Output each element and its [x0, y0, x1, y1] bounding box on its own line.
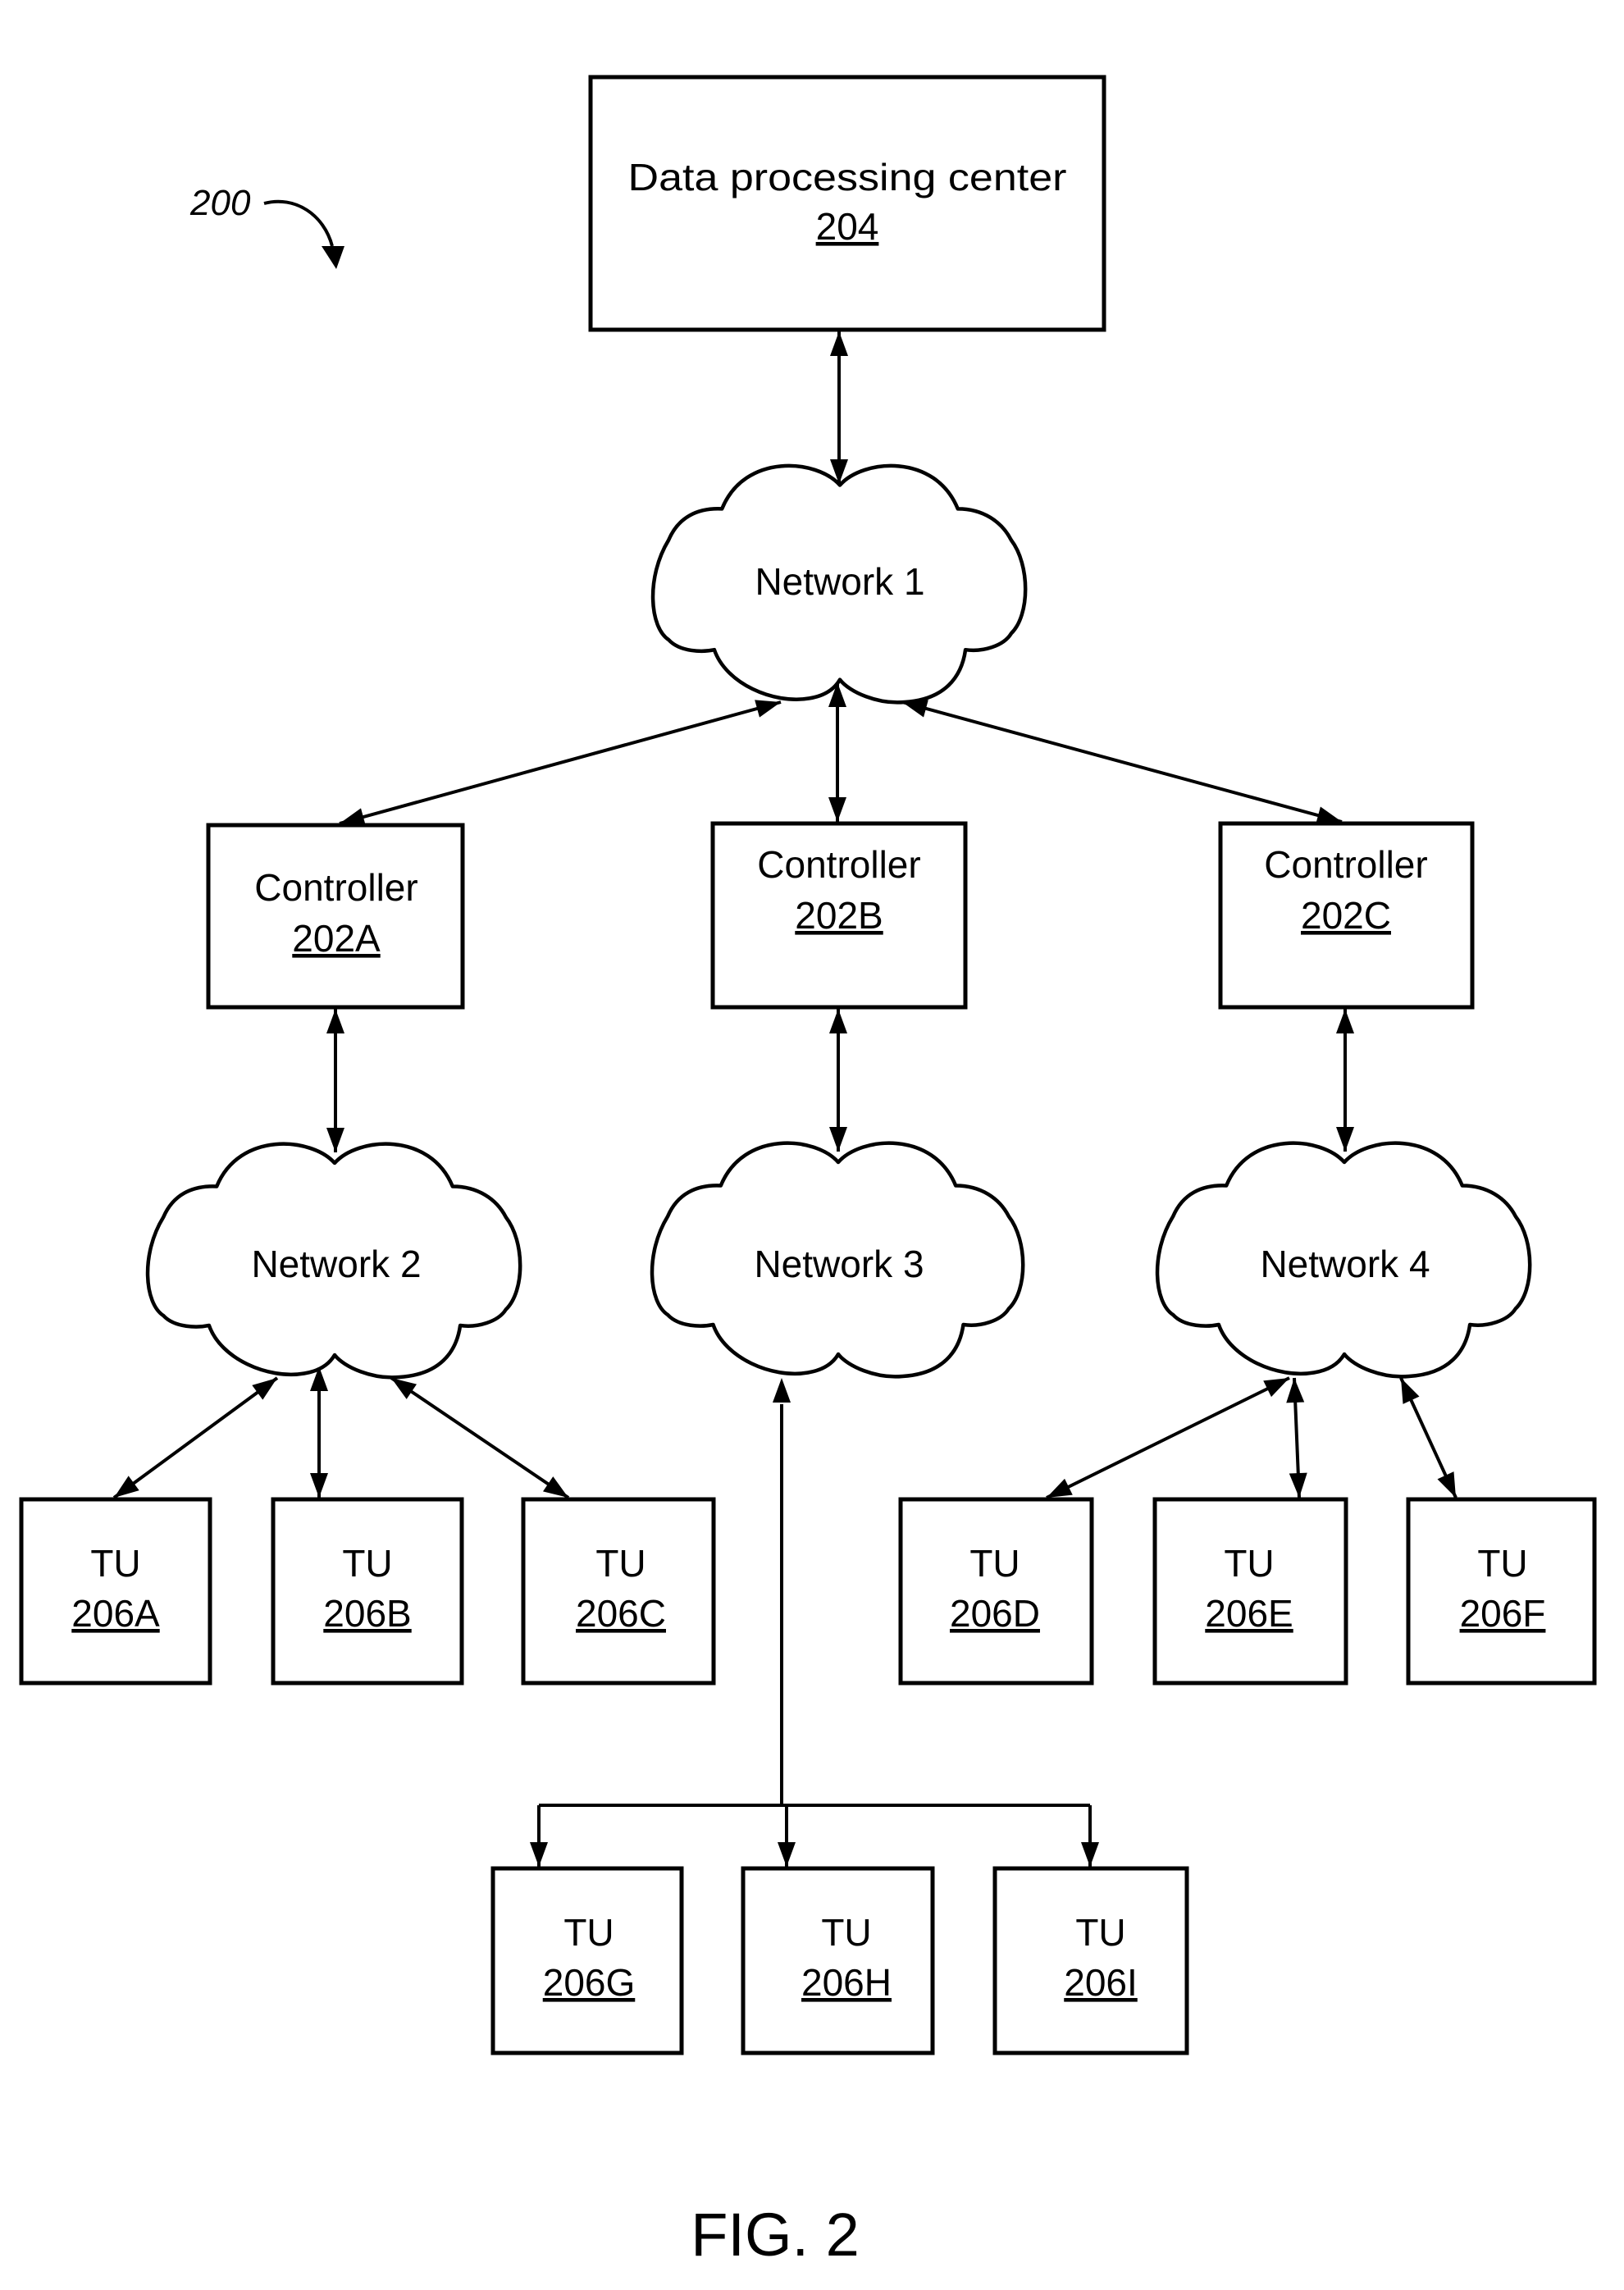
tu-206d[interactable]: TU 206D	[898, 1497, 1094, 1686]
edge-network4-tu206d-line	[1046, 1376, 1290, 1499]
edge-bus-tu206h-arrowhead	[778, 1842, 796, 1867]
figure-caption: FIG. 2	[691, 2201, 860, 2269]
edge-network1-controller202c-line	[901, 700, 1343, 823]
edge-network2-tu206c-arrowhead-start	[391, 1378, 417, 1399]
tu-ref: 206C	[576, 1592, 666, 1635]
tu-ref: 206E	[1205, 1592, 1293, 1635]
edge-controller202b-network3-arrowhead-end	[829, 1127, 847, 1152]
controller-202b[interactable]: Controller 202B	[710, 821, 968, 1010]
figure-reference-arrowhead	[322, 246, 344, 269]
tu-box	[521, 1497, 716, 1686]
controller-ref: 202C	[1301, 894, 1391, 937]
tu-ref: 206F	[1460, 1592, 1546, 1635]
edge-network4-tu206d-arrowhead-start	[1263, 1378, 1289, 1398]
tu-206h[interactable]: TU 206H	[741, 1866, 935, 2055]
edge-network4-tu206e-arrowhead-end	[1289, 1472, 1307, 1498]
tu-206f[interactable]: TU 206F	[1406, 1497, 1597, 1686]
controller-box	[206, 823, 465, 1010]
network-1-cloud[interactable]: Network 1	[650, 463, 1028, 705]
tu-label: TU	[1075, 1911, 1125, 1954]
controller-202a[interactable]: Controller 202A	[206, 823, 465, 1010]
network-2-label: Network 2	[251, 1243, 421, 1285]
tu-ref: 206I	[1064, 1961, 1138, 2004]
edge-controller202c-network4-arrowhead-start	[1336, 1009, 1354, 1033]
data-processing-center-ref: 204	[816, 205, 879, 248]
controller-ref: 202A	[292, 917, 381, 960]
tu-box	[271, 1497, 464, 1686]
tu-label: TU	[1477, 1542, 1527, 1585]
network-3-label: Network 3	[754, 1243, 924, 1285]
network-3-cloud[interactable]: Network 3	[650, 1141, 1025, 1379]
tu-label: TU	[563, 1911, 614, 1954]
edge-network2-tu206b-arrowhead-end	[310, 1473, 328, 1498]
edge-controller202b-network3-arrowhead-start	[829, 1009, 847, 1033]
data-processing-center-label: Data processing center	[628, 156, 1067, 198]
edge-network2-tu206c-arrowhead-end	[542, 1476, 568, 1498]
tu-206a[interactable]: TU 206A	[19, 1497, 212, 1686]
tu-206g[interactable]: TU 206G	[490, 1866, 684, 2055]
edge-network4-tu206f-arrowhead-end	[1437, 1471, 1456, 1498]
data-processing-center[interactable]: Data processing center 204	[588, 75, 1106, 332]
network-diagram: 200 Data processing center 204 Network 1…	[19, 75, 1597, 2269]
edge-controller202c-network4-arrowhead-end	[1336, 1127, 1354, 1152]
tu-label: TU	[595, 1542, 645, 1585]
tu-ref: 206G	[543, 1961, 636, 2004]
figure-reference-arrow	[263, 199, 334, 247]
controller-label: Controller	[254, 866, 417, 909]
edge-network4-tu206f-arrowhead-start	[1401, 1378, 1420, 1404]
edge-bus-tu206i-arrowhead	[1081, 1842, 1099, 1867]
network-4-label: Network 4	[1260, 1243, 1430, 1285]
tu-label: TU	[342, 1542, 392, 1585]
network-4-cloud[interactable]: Network 4	[1155, 1141, 1532, 1379]
tu-label: TU	[821, 1911, 871, 1954]
tu-box	[898, 1497, 1094, 1686]
tu-label: TU	[969, 1542, 1020, 1585]
edge-network2-tu206a-arrowhead-start	[252, 1378, 277, 1400]
controller-202c[interactable]: Controller 202C	[1218, 821, 1475, 1010]
edge-network1-controller202a-arrowhead-start	[755, 700, 781, 718]
tu-ref: 206H	[801, 1961, 892, 2004]
edge-controller202a-network2-arrowhead-start	[326, 1009, 344, 1033]
network-1-label: Network 1	[755, 560, 924, 603]
edge-network2-tu206a-line	[112, 1376, 279, 1499]
tu-ref: 206B	[323, 1592, 411, 1635]
edge-network4-tu206e-arrowhead-start	[1286, 1378, 1305, 1403]
controller-label: Controller	[1264, 843, 1427, 886]
edge-network3-bus-arrowhead-up	[773, 1378, 791, 1403]
tu-206i[interactable]: TU 206I	[992, 1866, 1189, 2055]
edge-controller202a-network2-arrowhead-end	[326, 1128, 344, 1152]
tu-206e[interactable]: TU 206E	[1152, 1497, 1348, 1686]
tu-box	[19, 1497, 212, 1686]
edge-network1-controller202b-arrowhead-end	[828, 797, 846, 822]
edge-network1-controller202a-line	[339, 700, 782, 825]
edge-network4-tu206d-arrowhead-end	[1047, 1478, 1073, 1498]
network-2-cloud[interactable]: Network 2	[145, 1142, 522, 1380]
controller-ref: 202B	[795, 894, 883, 937]
tu-label: TU	[90, 1542, 140, 1585]
edge-network2-tu206c-line	[390, 1376, 570, 1499]
edge-network1-controller202a-arrowhead-end	[340, 808, 366, 826]
data-processing-center-box	[588, 75, 1106, 332]
tu-box	[1406, 1497, 1597, 1686]
tu-206c[interactable]: TU 206C	[521, 1497, 716, 1686]
tu-label: TU	[1224, 1542, 1274, 1585]
edge-dpc-network1-arrowhead-start	[830, 331, 848, 356]
tu-ref: 206A	[71, 1592, 160, 1635]
controller-label: Controller	[757, 843, 920, 886]
figure-reference-number: 200	[189, 183, 251, 223]
edge-network2-tu206a-arrowhead-end	[114, 1476, 139, 1498]
edge-bus-tu206g-arrowhead	[530, 1842, 548, 1867]
tu-206b[interactable]: TU 206B	[271, 1497, 464, 1686]
tu-box	[1152, 1497, 1348, 1686]
tu-ref: 206D	[950, 1592, 1040, 1635]
figure-reference: 200	[189, 183, 344, 269]
